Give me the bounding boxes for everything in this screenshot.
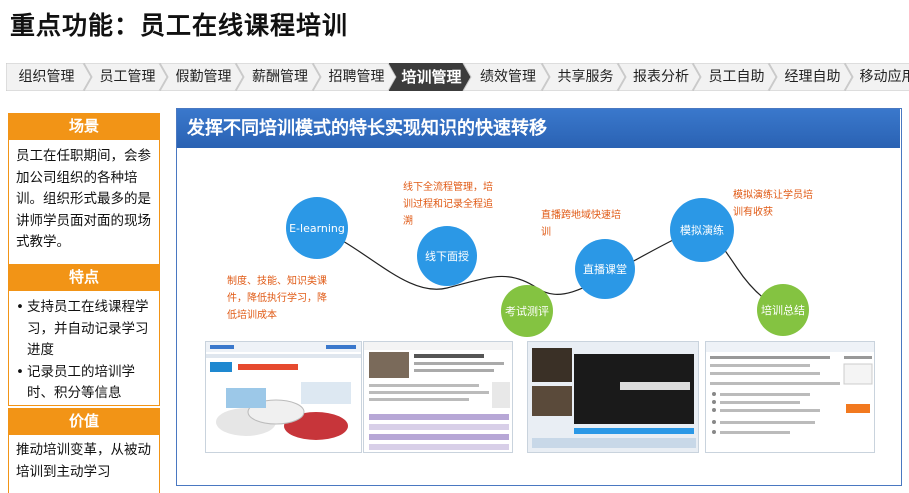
nav-tab-10[interactable]: 经理自助 — [769, 63, 853, 91]
features-panel: 特点 支持员工在线课程学习，并自动记录学习进度 记录员工的培训学时、积分等信息 — [8, 264, 160, 406]
scene-title: 场景 — [8, 113, 160, 140]
scene-text: 员工在任职期间，会参加公司组织的各种培训。组织形式最多的是讲师学员面对面的现场式… — [8, 140, 160, 284]
live-class-thumbnail — [528, 342, 698, 452]
nav-tab-label: 组织管理 — [18, 69, 75, 85]
nav-tab-label: 共享服务 — [557, 69, 614, 85]
page-title: 重点功能：员工在线课程培训 — [10, 11, 349, 40]
module-nav: 组织管理 员工管理 假勤管理 薪酬管理 招聘管理 培训管理 绩效管理 共享服务 报表分析 员工自助… — [6, 63, 909, 91]
nav-tab-label: 员工自助 — [708, 69, 765, 85]
elearning-portal-thumbnail — [206, 342, 361, 440]
feature-item: 支持员工在线课程学习，并自动记录学习进度 — [16, 297, 152, 362]
feature-item: 记录员工的培训学时、积分等信息 — [16, 362, 152, 405]
nav-tab-label: 绩效管理 — [480, 69, 536, 85]
nav-tab-11[interactable]: 移动应用 — [845, 63, 909, 91]
nav-tab-5[interactable]: 培训管理 — [389, 63, 471, 91]
panel-heading: 发挥不同培训模式的特长实现知识的快速转移 — [177, 109, 900, 148]
nav-tab-6[interactable]: 绩效管理 — [463, 63, 550, 91]
screenshot-exam — [705, 341, 875, 453]
scene-panel: 场景 员工在任职期间，会参加公司组织的各种培训。组织形式最多的是讲师学员面对面的… — [8, 113, 160, 284]
training-modes-panel: 发挥不同培训模式的特长实现知识的快速转移 E-learning 线下面授 考试测… — [176, 108, 902, 486]
features-list: 支持员工在线课程学习，并自动记录学习进度 记录员工的培训学时、积分等信息 — [16, 297, 152, 405]
nav-tab-8[interactable]: 报表分析 — [618, 63, 701, 91]
nav-tab-label: 假勤管理 — [175, 69, 232, 85]
node-elearning-label: E-learning — [289, 222, 345, 235]
nav-tab-label: 薪酬管理 — [252, 69, 308, 85]
nav-tab-1[interactable]: 员工管理 — [84, 63, 168, 91]
nav-tab-4[interactable]: 招聘管理 — [313, 63, 397, 91]
nav-tab-label: 经理自助 — [784, 69, 841, 85]
node-simulation-label: 模拟演练 — [680, 223, 724, 237]
value-panel: 价值 推动培训变革，从被动培训到主动学习 — [8, 408, 160, 493]
nav-tab-9[interactable]: 员工自助 — [693, 63, 777, 91]
annotation-elearning: 制度、技能、知识类课件，降低执行学习，降低培训成本 — [227, 276, 327, 321]
nav-tab-label: 员工管理 — [99, 69, 156, 85]
nav-tab-label: 报表分析 — [633, 69, 689, 85]
nav-tab-label: 培训管理 — [401, 68, 462, 86]
nav-tab-label: 招聘管理 — [328, 69, 385, 85]
screenshot-course-detail — [363, 341, 513, 453]
nav-tab-7[interactable]: 共享服务 — [542, 63, 626, 91]
annotation-simulation: 模拟演练让学员培训有收获 — [733, 190, 813, 218]
annotation-offline: 线下全流程管理，培训过程和记录全程追溯 — [403, 182, 493, 227]
screenshot-live-class — [527, 341, 699, 453]
node-exam-label: 考试测评 — [505, 305, 549, 318]
node-live-label: 直播课堂 — [583, 262, 627, 276]
nav-tab-label: 移动应用 — [859, 69, 909, 85]
nav-tab-0[interactable]: 组织管理 — [6, 63, 92, 91]
screenshot-elearning-portal — [205, 341, 362, 453]
value-text: 推动培训变革，从被动培训到主动学习 — [8, 435, 160, 493]
nav-tab-3[interactable]: 薪酬管理 — [236, 63, 321, 91]
exam-thumbnail — [706, 342, 874, 434]
value-title: 价值 — [8, 408, 160, 435]
node-offline-label: 线下面授 — [425, 249, 469, 263]
nav-tab-2[interactable]: 假勤管理 — [160, 63, 244, 91]
features-title: 特点 — [8, 264, 160, 291]
course-detail-thumbnail — [364, 342, 512, 450]
node-summary-label: 培训总结 — [761, 303, 805, 317]
annotation-live: 直播跨地域快速培训 — [541, 210, 621, 238]
